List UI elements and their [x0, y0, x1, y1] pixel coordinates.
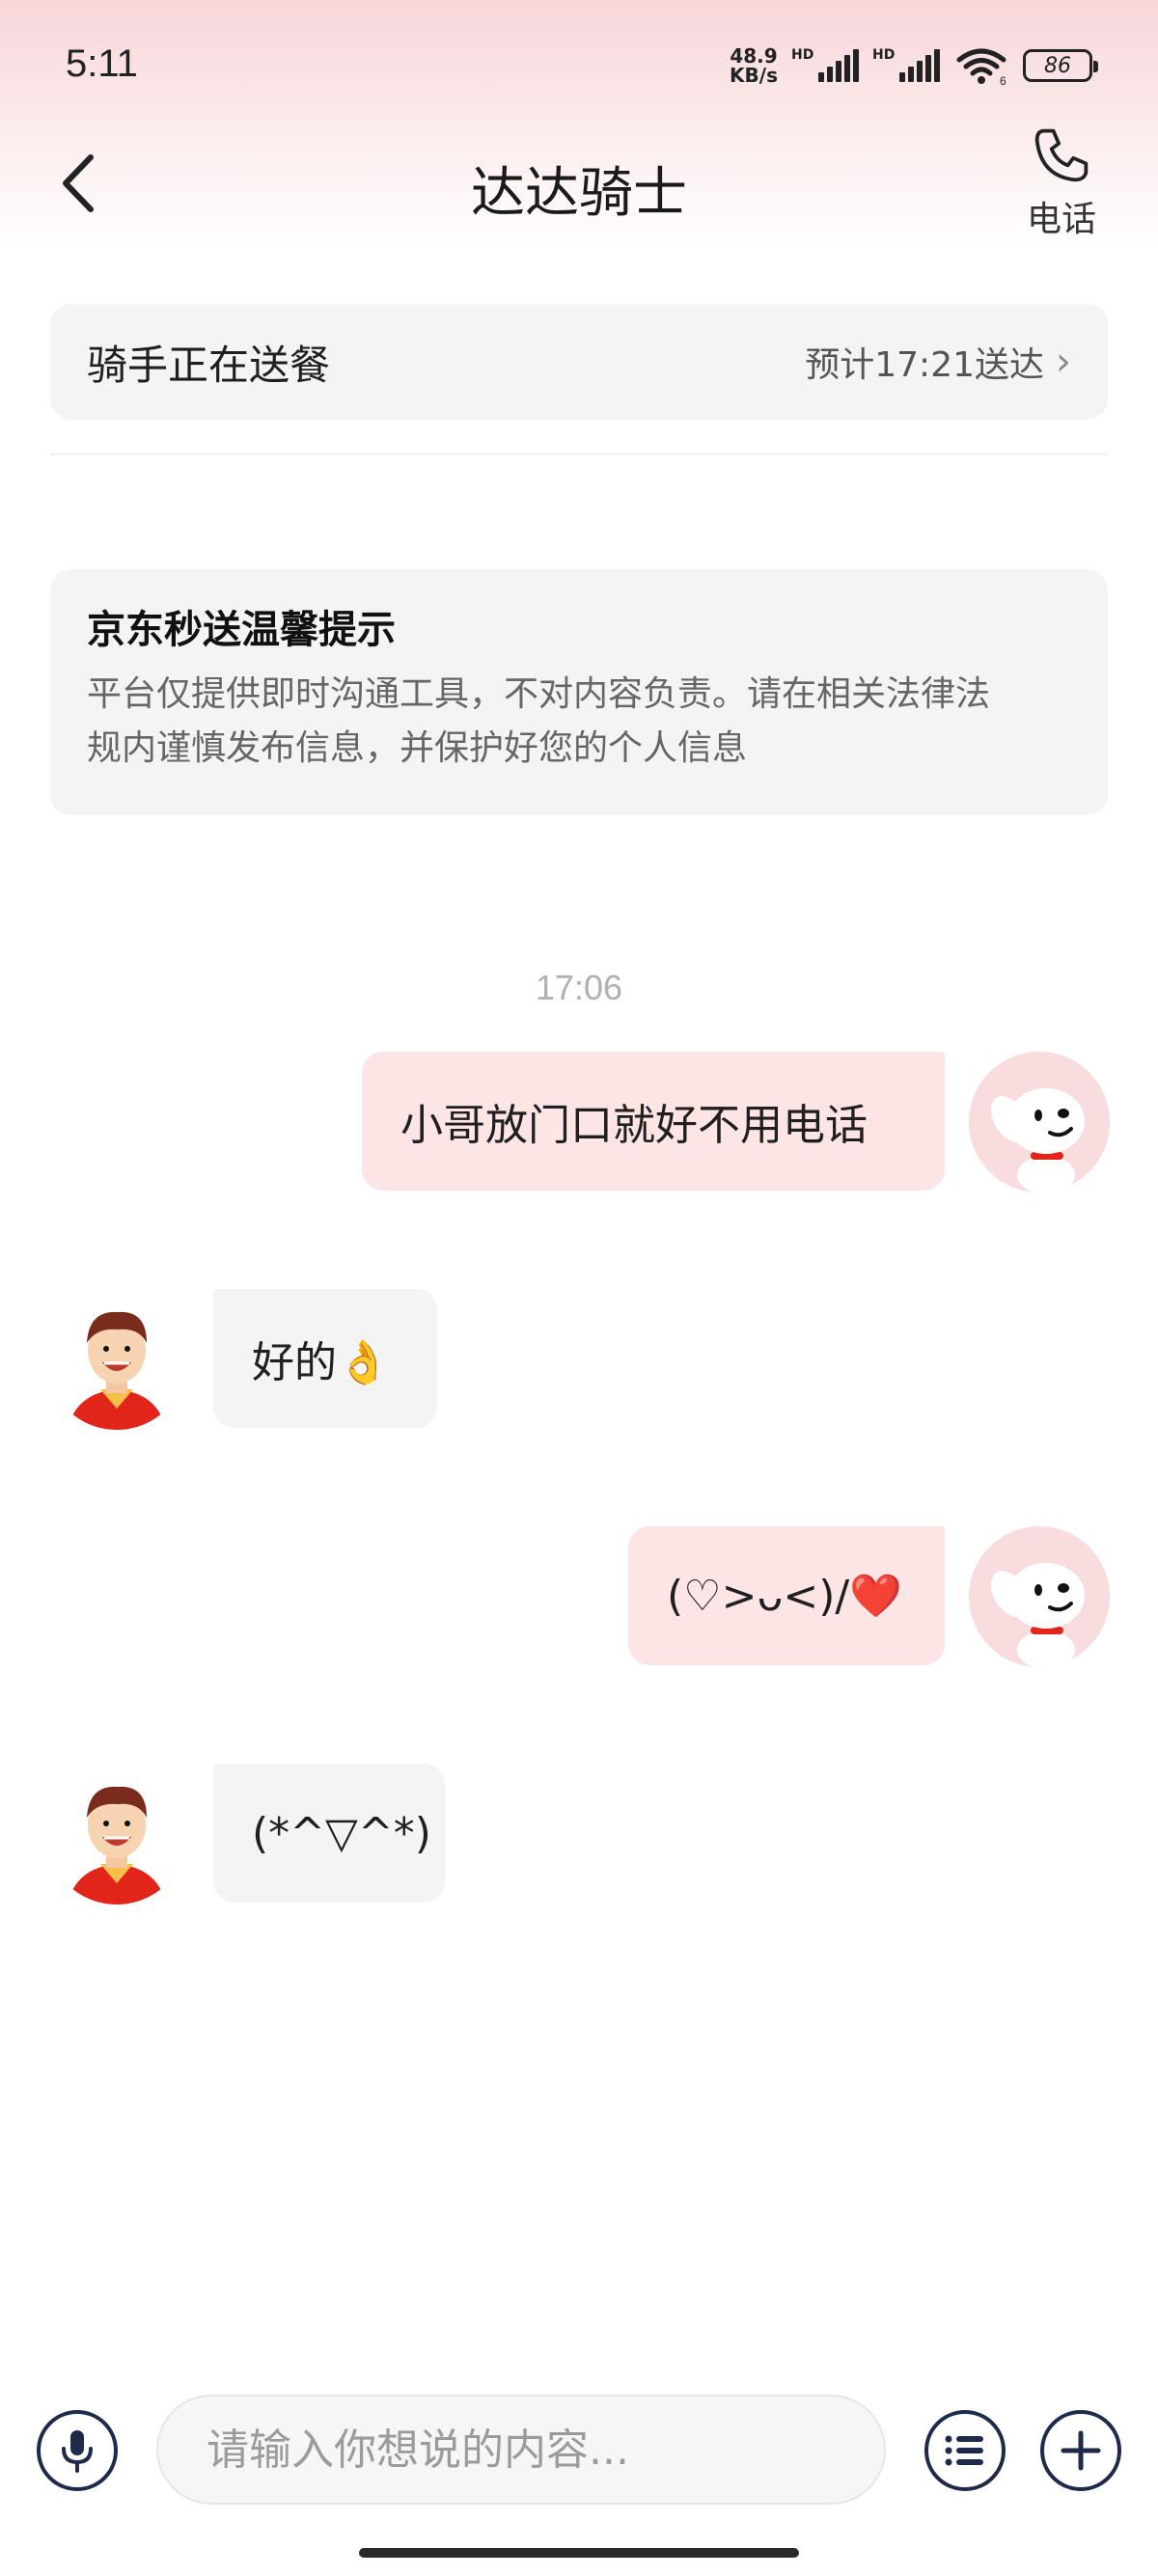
- message-text: 好的👌: [252, 1338, 390, 1387]
- phone-icon: [1034, 128, 1089, 182]
- signal-1-label: HD: [791, 47, 814, 63]
- network-speed: 48.9 KB/s: [730, 46, 778, 85]
- user-avatar[interactable]: [969, 1052, 1110, 1192]
- delivery-eta-text: 预计17:21送达: [805, 345, 1044, 385]
- battery-icon: 86: [1023, 49, 1098, 82]
- notice-line-2: 规内谨慎发布信息，并保护好您的个人信息: [87, 728, 748, 768]
- notice-card: 京东秒送温馨提示 平台仅提供即时沟通工具，不对内容负责。请在相关法律法 规内谨慎…: [50, 569, 1108, 815]
- notice-body: 平台仅提供即时沟通工具，不对内容负责。请在相关法律法 规内谨慎发布信息，并保护好…: [87, 668, 1071, 776]
- wifi-icon: 6: [956, 48, 1006, 85]
- page-title: 达达骑士: [471, 162, 687, 225]
- delivery-status-text: 骑手正在送餐: [87, 341, 331, 389]
- message-input[interactable]: [156, 2395, 886, 2505]
- input-bar: [0, 2373, 1158, 2528]
- call-label: 电话: [1026, 200, 1096, 239]
- wifi-badge: 6: [1000, 74, 1006, 85]
- rider-avatar-icon: [68, 1311, 166, 1430]
- list-icon: [945, 2435, 983, 2466]
- voice-button[interactable]: [37, 2410, 118, 2491]
- notice-line-1: 平台仅提供即时沟通工具，不对内容负责。请在相关法律法: [87, 674, 991, 714]
- message-bubble-incoming[interactable]: (*^▽^*): [213, 1764, 445, 1903]
- chevron-right-icon: ›: [1056, 340, 1071, 384]
- rider-avatar[interactable]: [46, 1764, 187, 1905]
- joy-dog-icon: [991, 1563, 1085, 1667]
- network-speed-value: 48.9: [730, 44, 778, 68]
- quick-reply-button[interactable]: [924, 2410, 1006, 2491]
- message-bubble-outgoing[interactable]: (♡>ᴗ<)/❤️: [628, 1526, 945, 1665]
- notice-title: 京东秒送温馨提示: [87, 608, 396, 652]
- divider: [50, 453, 1108, 455]
- chat-timestamp: 17:06: [535, 968, 623, 1007]
- signal-2-icon: HD: [872, 47, 940, 82]
- call-button[interactable]: 电话: [1013, 125, 1110, 241]
- network-speed-unit: KB/s: [730, 64, 778, 87]
- message-bubble-outgoing[interactable]: 小哥放门口就好不用电话: [362, 1052, 945, 1191]
- rider-avatar-icon: [68, 1786, 166, 1905]
- signal-1-icon: HD: [791, 47, 859, 82]
- status-bar: 5:11 48.9 KB/s HD HD 6 86: [0, 0, 1158, 135]
- plus-icon: [1061, 2430, 1101, 2471]
- message-bubble-incoming[interactable]: 好的👌: [213, 1289, 437, 1428]
- microphone-icon: [62, 2430, 93, 2473]
- signal-2-label: HD: [872, 47, 896, 63]
- rider-avatar[interactable]: [46, 1289, 187, 1430]
- delivery-eta: 预计17:21送达 ›: [805, 337, 1071, 387]
- message-text: (♡>ᴗ<)/❤️: [667, 1572, 903, 1621]
- home-indicator[interactable]: [359, 2548, 799, 2558]
- message-text: 小哥放门口就好不用电话: [400, 1101, 868, 1150]
- joy-dog-icon: [991, 1088, 1085, 1192]
- status-time: 5:11: [66, 42, 138, 85]
- delivery-status-card[interactable]: 骑手正在送餐 预计17:21送达 ›: [50, 304, 1108, 420]
- more-options-button[interactable]: [1040, 2410, 1121, 2491]
- message-text: (*^▽^*): [252, 1808, 431, 1858]
- status-icons: 48.9 KB/s HD HD 6 86: [730, 46, 1098, 85]
- battery-level: 86: [1044, 53, 1071, 78]
- user-avatar[interactable]: [969, 1526, 1110, 1667]
